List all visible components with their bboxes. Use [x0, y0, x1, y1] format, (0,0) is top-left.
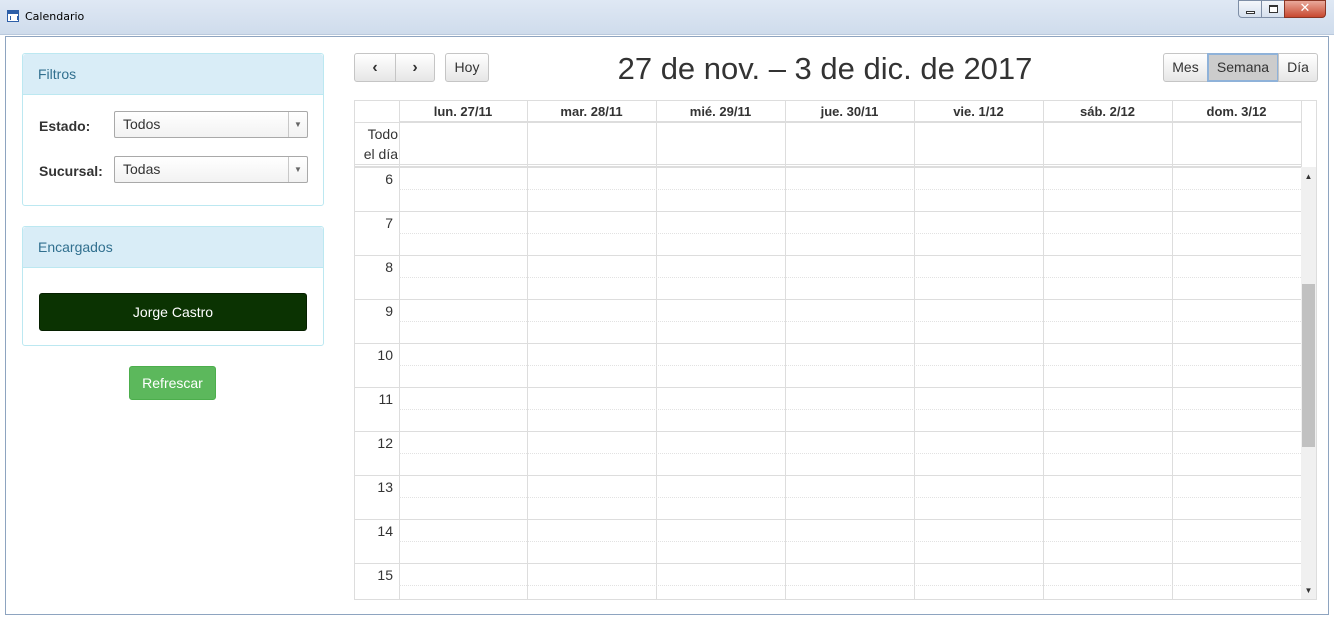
minimize-button[interactable] [1238, 0, 1262, 18]
hour-label: 15 [377, 567, 393, 583]
day-header[interactable]: mié. 29/11 [656, 101, 785, 122]
close-button[interactable]: ✕ [1284, 0, 1326, 18]
maximize-icon [1269, 5, 1278, 13]
hour-line [355, 167, 1301, 168]
hour-line [355, 387, 1301, 388]
half-hour-line [399, 585, 1301, 586]
half-hour-line [399, 189, 1301, 190]
manager-button[interactable]: Jorge Castro [39, 293, 307, 331]
half-hour-line [399, 409, 1301, 410]
managers-heading: Encargados [23, 227, 323, 268]
chevron-down-icon: ▼ [288, 157, 307, 182]
scroll-up-icon[interactable]: ▲ [1301, 172, 1316, 181]
filters-heading: Filtros [23, 54, 323, 95]
all-day-label: Todo el día [355, 124, 398, 164]
today-button[interactable]: Hoy [445, 53, 489, 82]
hour-label: 14 [377, 523, 393, 539]
day-header[interactable]: lun. 27/11 [399, 101, 527, 122]
column-divider [656, 101, 657, 599]
hour-label: 6 [385, 171, 393, 187]
half-hour-line [399, 321, 1301, 322]
day-header[interactable]: jue. 30/11 [785, 101, 914, 122]
estado-select-value: Todos [123, 116, 161, 132]
column-divider [914, 101, 915, 599]
filters-panel: Filtros Estado: Todos ▼ Sucursal: Todas … [22, 53, 324, 206]
half-hour-line [399, 453, 1301, 454]
managers-panel: Encargados Jorge Castro [22, 226, 324, 346]
hour-label: 12 [377, 435, 393, 451]
day-header[interactable]: vie. 1/12 [914, 101, 1043, 122]
column-divider [527, 101, 528, 599]
row-divider [355, 164, 1301, 165]
hour-line [355, 431, 1301, 432]
chevron-right-icon: › [412, 59, 418, 76]
chevron-left-icon: ‹ [372, 59, 378, 76]
scrollbar-thumb[interactable] [1302, 284, 1315, 447]
calendar-title: 27 de nov. – 3 de dic. de 2017 [617, 51, 1033, 86]
next-week-button[interactable]: › [395, 53, 435, 82]
hour-line [355, 475, 1301, 476]
close-icon: ✕ [1299, 1, 1311, 16]
hour-label: 8 [385, 259, 393, 275]
hour-label: 7 [385, 215, 393, 231]
hour-line [355, 255, 1301, 256]
week-view-button[interactable]: Semana [1207, 53, 1279, 82]
half-hour-line [399, 541, 1301, 542]
hour-label: 9 [385, 303, 393, 319]
hour-line [355, 343, 1301, 344]
hour-label: 13 [377, 479, 393, 495]
hour-line [355, 519, 1301, 520]
title-bar: Calendario ✕ [0, 0, 1334, 35]
minimize-icon [1246, 11, 1255, 14]
column-divider [399, 101, 400, 599]
month-view-button[interactable]: Mes [1163, 53, 1208, 82]
column-divider [1043, 101, 1044, 599]
estado-select[interactable]: Todos ▼ [114, 111, 308, 138]
half-hour-line [399, 365, 1301, 366]
column-divider [785, 101, 786, 599]
hour-label: 11 [378, 391, 393, 407]
prev-week-button[interactable]: ‹ [354, 53, 396, 82]
half-hour-line [399, 277, 1301, 278]
half-hour-line [399, 497, 1301, 498]
hour-line [355, 563, 1301, 564]
sucursal-select-value: Todas [123, 161, 161, 177]
all-day-label-line-2: el día [363, 146, 398, 162]
scroll-down-icon[interactable]: ▼ [1301, 586, 1316, 595]
chevron-down-icon: ▼ [288, 112, 307, 137]
hour-line [355, 299, 1301, 300]
day-header[interactable]: dom. 3/12 [1172, 101, 1301, 122]
row-divider [355, 122, 1301, 123]
estado-label: Estado: [39, 118, 91, 134]
hour-label: 10 [377, 347, 393, 363]
calendar-icon [7, 10, 19, 22]
hour-line [355, 211, 1301, 212]
maximize-button[interactable] [1261, 0, 1285, 18]
window-title: Calendario [25, 10, 85, 23]
column-divider [1172, 101, 1173, 599]
refresh-button[interactable]: Refrescar [129, 366, 216, 400]
half-hour-line [399, 233, 1301, 234]
week-grid: lun. 27/11 mar. 28/11 mié. 29/11 jue. 30/11… [354, 100, 1317, 600]
day-header[interactable]: sáb. 2/12 [1043, 101, 1172, 122]
window-controls: ✕ [1238, 0, 1326, 19]
day-header[interactable]: mar. 28/11 [527, 101, 656, 122]
sucursal-label: Sucursal: [39, 163, 103, 179]
day-view-button[interactable]: Día [1278, 53, 1318, 82]
all-day-label-line-1: Todo [367, 126, 398, 142]
sucursal-select[interactable]: Todas ▼ [114, 156, 308, 183]
